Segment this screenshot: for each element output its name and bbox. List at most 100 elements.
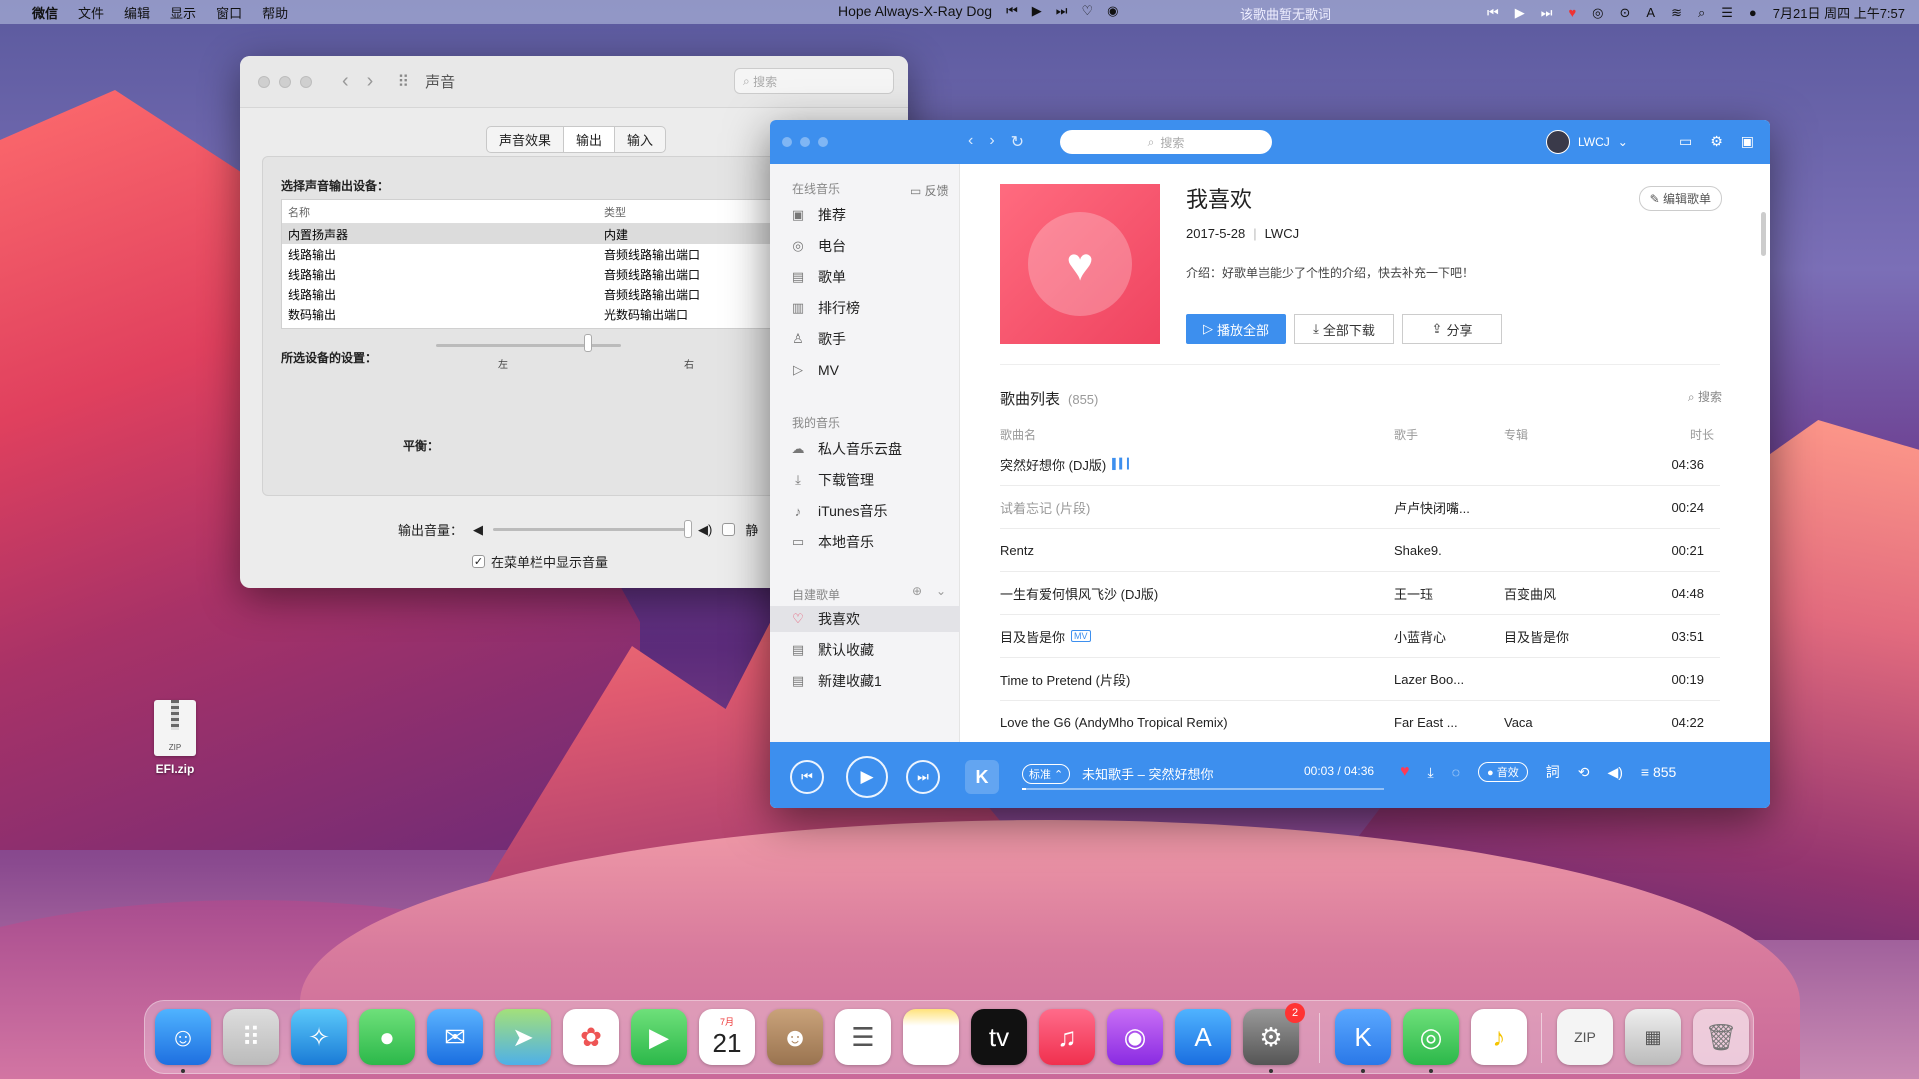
add-playlist-icon[interactable]: ⊕ — [912, 584, 922, 598]
feedback-link[interactable]: ▭ 反馈 — [910, 182, 949, 199]
menu-help[interactable]: 帮助 — [262, 3, 288, 22]
song-artist[interactable]: 小蓝背心 — [1394, 627, 1504, 646]
tab-output[interactable]: 输出 — [563, 127, 616, 152]
contacts-icon[interactable]: ☻ — [767, 1009, 823, 1065]
sidebar-item-local-music[interactable]: ▭ 本地音乐 — [790, 529, 950, 555]
username[interactable]: LWCJ — [1578, 135, 1610, 149]
sidebar-item-radio[interactable]: ◎ 电台 — [790, 233, 950, 259]
sidebar-item-favorites[interactable]: ♡ 我喜欢 — [770, 606, 960, 632]
facetime-icon[interactable]: ▶ — [631, 1009, 687, 1065]
playlist-owner[interactable]: LWCJ — [1265, 226, 1299, 241]
sidebar-item-charts[interactable]: ▥ 排行榜 — [790, 295, 950, 321]
sidebar-item-cloud-drive[interactable]: ☁ 私人音乐云盘 — [790, 436, 950, 462]
mail-icon[interactable]: ✉ — [427, 1009, 483, 1065]
show-all-grid-icon[interactable]: ⠿ — [397, 72, 409, 92]
menu-edit[interactable]: 编辑 — [124, 3, 150, 22]
song-album[interactable]: 百变曲风 — [1504, 584, 1654, 603]
song-artist[interactable]: 卢卢快闭嘴... — [1394, 498, 1504, 517]
sidebar-item-recommend[interactable]: ▣ 推荐 — [790, 202, 950, 228]
back-icon[interactable]: ‹ — [342, 70, 349, 93]
sidebar-item-downloads[interactable]: ⤓ 下载管理 — [790, 467, 950, 493]
heart-outline-icon[interactable]: ♡ — [1081, 3, 1093, 19]
launchpad-icon[interactable]: ⠿ — [223, 1009, 279, 1065]
lyrics-icon[interactable]: 詞 — [1546, 762, 1560, 782]
zoom-window-button[interactable] — [818, 137, 828, 147]
minimize-window-button[interactable] — [279, 75, 291, 88]
zip-file-icon[interactable]: ZIP — [1557, 1009, 1613, 1065]
input-method-icon[interactable]: A — [1646, 5, 1655, 20]
chevron-down-icon[interactable]: ⌄ — [936, 584, 946, 598]
loop-icon[interactable]: ⟲ — [1578, 764, 1590, 781]
podcasts-icon[interactable]: ◉ — [1107, 1009, 1163, 1065]
qq-music-icon[interactable]: ♪ — [1471, 1009, 1527, 1065]
sidebar-item-new-collection[interactable]: ▤ 新建收藏1 — [790, 668, 950, 694]
previous-icon[interactable]: ⏮ — [1006, 3, 1018, 19]
table-row[interactable]: 目及皆是你 MV 小蓝背心 目及皆是你 03:51 — [1000, 615, 1720, 658]
app-store-icon[interactable]: A — [1175, 1009, 1231, 1065]
sound-effect-button[interactable]: ● 音效 — [1478, 762, 1528, 782]
progress-bar[interactable] — [1022, 788, 1384, 790]
heart-icon[interactable]: ♥ — [1568, 5, 1576, 20]
mv-badge[interactable]: MV — [1071, 630, 1091, 642]
control-center-icon[interactable]: ☰ — [1721, 5, 1733, 21]
table-row[interactable]: Love the G6 (AndyMho Tropical Remix) Far… — [1000, 701, 1720, 744]
song-artist[interactable]: Shake9. — [1394, 543, 1504, 558]
sidebar-item-itunes[interactable]: ♪ iTunes音乐 — [790, 498, 950, 524]
menubar-lyric[interactable]: 该歌曲暂无歌词 — [1240, 4, 1331, 23]
column-header-album[interactable]: 专辑 — [1504, 426, 1528, 443]
menu-view[interactable]: 显示 — [170, 3, 196, 22]
scrollbar[interactable] — [1761, 212, 1766, 256]
song-artist[interactable]: Far East ... — [1394, 715, 1504, 730]
photos-icon[interactable]: ✿ — [563, 1009, 619, 1065]
desktop-file-efi-zip[interactable]: ZIP EFI.zip — [150, 700, 200, 776]
song-artist[interactable]: Lazer Boo... — [1394, 672, 1504, 687]
download-all-button[interactable]: ⤓ 全部下载 — [1294, 314, 1394, 344]
column-header-duration[interactable]: 时长 — [1690, 426, 1714, 443]
maps-icon[interactable]: ➤ — [495, 1009, 551, 1065]
quality-selector[interactable]: 标准 ⌃ — [1022, 764, 1071, 784]
record-icon[interactable]: ⊙ — [1620, 5, 1631, 21]
music-icon[interactable]: ♫ — [1039, 1009, 1095, 1065]
next-track-button[interactable]: ⏭ — [906, 760, 940, 794]
close-window-button[interactable] — [258, 75, 270, 88]
siri-icon[interactable]: ● — [1749, 5, 1757, 20]
song-list-search[interactable]: ⌕ 搜索 — [1688, 388, 1722, 405]
user-menu[interactable]: LWCJ ⌄ — [1546, 130, 1628, 154]
messages-icon[interactable]: ● — [359, 1009, 415, 1065]
close-window-button[interactable] — [782, 137, 792, 147]
chevron-down-icon[interactable]: ⌄ — [1618, 135, 1628, 149]
finder-icon[interactable]: ☺ — [155, 1009, 211, 1065]
sidebar-item-playlists[interactable]: ▤ 歌单 — [790, 264, 950, 290]
column-header-song[interactable]: 歌曲名 — [1000, 426, 1036, 443]
forward-icon[interactable]: › — [989, 132, 994, 152]
spotlight-search-icon[interactable]: ⌕ — [1698, 5, 1705, 21]
refresh-icon[interactable]: ↻ — [1011, 132, 1024, 152]
tab-sound-effects[interactable]: 声音效果 — [487, 127, 563, 152]
play-icon[interactable]: ▶ — [1032, 3, 1042, 19]
menu-window[interactable]: 窗口 — [216, 3, 242, 22]
previous-track-button[interactable]: ⏮ — [790, 760, 824, 794]
output-volume-knob[interactable] — [684, 520, 693, 538]
wechat-icon[interactable]: ◎ — [1592, 5, 1603, 21]
edit-playlist-button[interactable]: ✎ 编辑歌单 — [1638, 186, 1722, 211]
gear-icon[interactable]: ⚙ — [1710, 133, 1723, 150]
song-album[interactable]: Vaca — [1504, 715, 1654, 730]
tab-input[interactable]: 输入 — [615, 127, 665, 152]
now-playing-title[interactable]: Hope Always-X-Ray Dog — [838, 3, 992, 19]
play-icon[interactable]: ▶ — [1515, 5, 1525, 21]
trash-icon[interactable]: 🗑 — [1693, 1009, 1749, 1065]
table-row[interactable]: 试着忘记 (片段) 卢卢快闭嘴... 00:24 — [1000, 486, 1720, 529]
queue-button[interactable]: ≡ 855 — [1641, 764, 1676, 780]
mute-checkbox[interactable] — [722, 523, 736, 536]
table-row[interactable]: Time to Pretend (片段) Lazer Boo... 00:19 — [1000, 658, 1720, 701]
calendar-icon[interactable]: 7月 21 — [699, 1009, 755, 1065]
table-row[interactable]: 一生有爱何惧风飞沙 (DJ版) 王一珏 百变曲风 04:48 — [1000, 572, 1720, 615]
minimize-window-button[interactable] — [800, 137, 810, 147]
play-all-button[interactable]: ▷ 播放全部 — [1186, 314, 1286, 344]
kugou-logo-icon[interactable]: K — [965, 760, 999, 794]
apple-tv-icon[interactable]: tv — [971, 1009, 1027, 1065]
kugou-icon[interactable]: K — [1335, 1009, 1391, 1065]
comment-icon[interactable]: ◌ — [1452, 764, 1460, 780]
downloads-stack-icon[interactable]: ▦ — [1625, 1009, 1681, 1065]
avatar[interactable] — [1546, 130, 1570, 154]
